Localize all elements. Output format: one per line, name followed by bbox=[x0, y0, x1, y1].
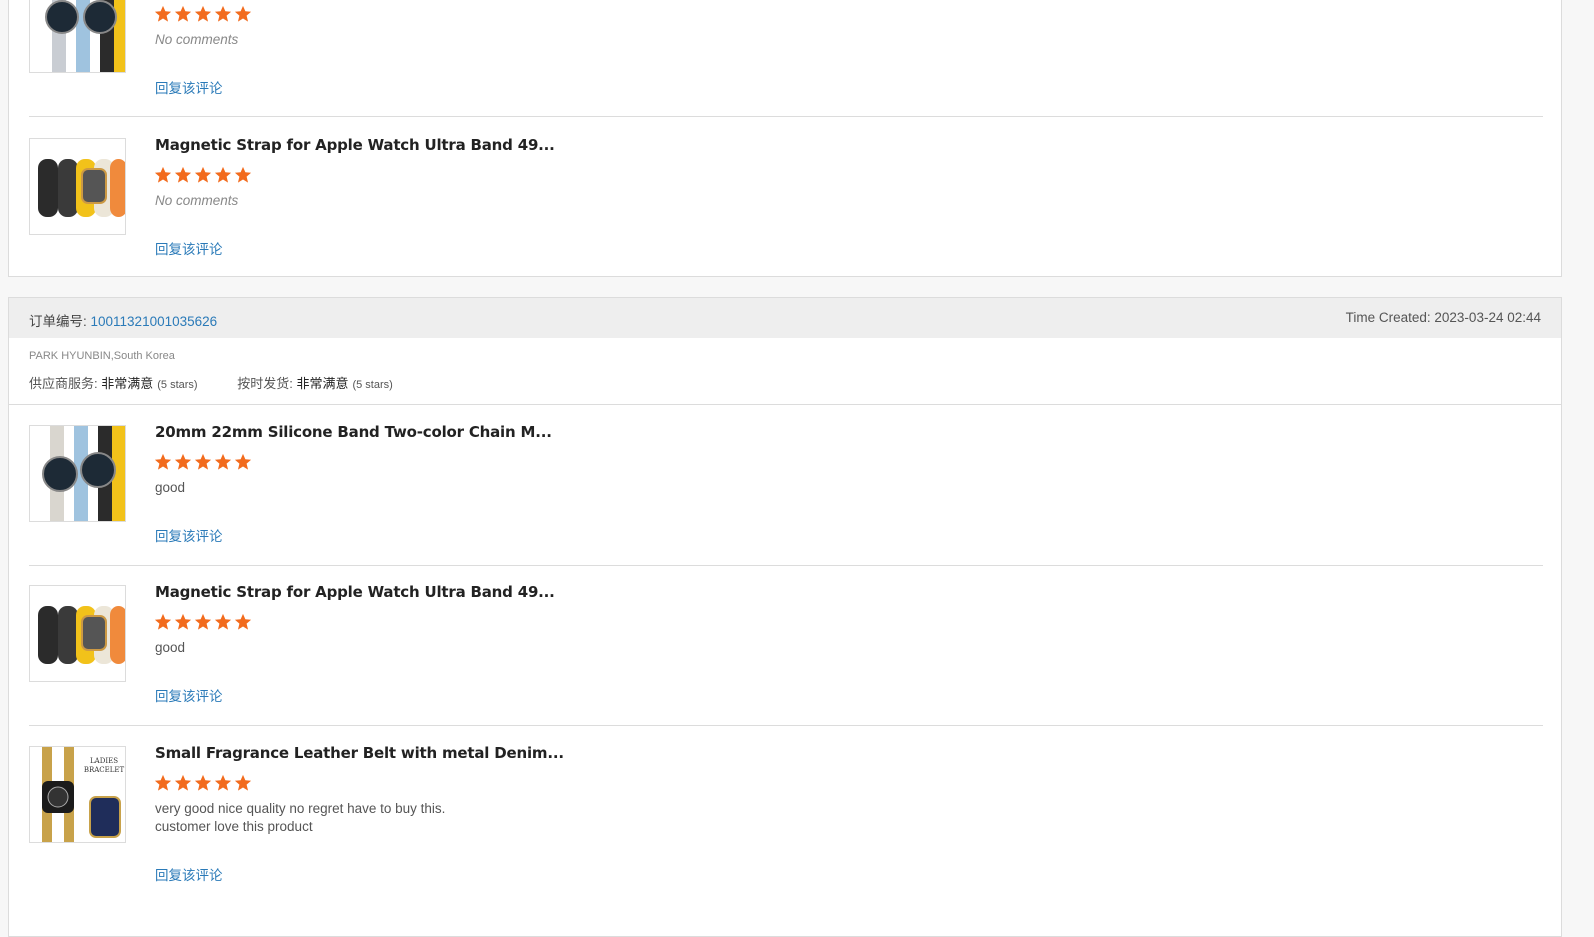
review-comment: good bbox=[155, 480, 186, 495]
order-number-link[interactable]: 10011321001035626 bbox=[91, 314, 218, 329]
review-item: Magnetic Strap for Apple Watch Ultra Ban… bbox=[29, 136, 1543, 278]
rating-stars bbox=[154, 774, 252, 792]
star-icon bbox=[214, 166, 232, 183]
star-icon bbox=[154, 453, 172, 470]
rating-stars bbox=[154, 613, 252, 631]
supplier-service-stars: (5 stars) bbox=[157, 379, 198, 391]
rating-stars bbox=[154, 453, 252, 471]
product-thumbnail[interactable] bbox=[29, 425, 126, 522]
supplier-service-label: 供应商服务: bbox=[29, 376, 102, 391]
reply-link[interactable]: 回复该评论 bbox=[155, 864, 223, 884]
reply-link[interactable]: 回复该评论 bbox=[155, 77, 223, 97]
star-icon bbox=[174, 774, 192, 791]
review-comment: good bbox=[155, 640, 186, 655]
reply-link[interactable]: 回复该评论 bbox=[155, 525, 223, 545]
svg-text:BRACELET: BRACELET bbox=[84, 766, 125, 774]
reply-link[interactable]: 回复该评论 bbox=[155, 238, 223, 258]
star-icon bbox=[194, 774, 212, 791]
star-icon bbox=[214, 453, 232, 470]
star-icon bbox=[234, 166, 252, 183]
time-created: Time Created: 2023-03-24 02:44 bbox=[1345, 310, 1541, 325]
review-item: LADIES BRACELET Small Fragrance Leather … bbox=[29, 744, 1543, 906]
star-icon bbox=[194, 166, 212, 183]
product-title[interactable]: 20mm 22mm Silicone Band Two-color Chain … bbox=[155, 423, 552, 441]
star-icon bbox=[234, 453, 252, 470]
order-review-block: 订单编号: 10011321001035626 Time Created: 20… bbox=[8, 297, 1562, 937]
product-title[interactable]: Magnetic Strap for Apple Watch Ultra Ban… bbox=[155, 136, 555, 154]
order-number-row: 订单编号: 10011321001035626 bbox=[29, 310, 217, 330]
star-icon bbox=[154, 5, 172, 22]
review-item: No comments 回复该评论 bbox=[29, 0, 1543, 117]
review-item: Magnetic Strap for Apple Watch Ultra Ban… bbox=[29, 583, 1543, 726]
review-comment: very good nice quality no regret have to… bbox=[155, 800, 445, 836]
star-icon bbox=[154, 166, 172, 183]
product-thumbnail[interactable] bbox=[29, 585, 126, 682]
star-icon bbox=[194, 453, 212, 470]
review-comment-line: customer love this product bbox=[155, 819, 313, 834]
star-icon bbox=[174, 453, 192, 470]
buyer-info: PARK HYUNBIN,South Korea bbox=[29, 350, 175, 362]
product-thumbnail[interactable] bbox=[29, 138, 126, 235]
review-comment: No comments bbox=[155, 193, 239, 208]
star-icon bbox=[214, 774, 232, 791]
supplier-service-value: 非常满意 bbox=[101, 376, 154, 391]
product-title[interactable]: Magnetic Strap for Apple Watch Ultra Ban… bbox=[155, 583, 555, 601]
on-time-delivery-value: 非常满意 bbox=[296, 376, 349, 391]
star-icon bbox=[154, 613, 172, 630]
rating-stars bbox=[154, 166, 252, 184]
star-icon bbox=[174, 5, 192, 22]
star-icon bbox=[234, 613, 252, 630]
review-comment: No comments bbox=[155, 32, 239, 47]
star-icon bbox=[174, 613, 192, 630]
on-time-delivery-stars: (5 stars) bbox=[352, 379, 393, 391]
star-icon bbox=[194, 613, 212, 630]
reply-link[interactable]: 回复该评论 bbox=[155, 685, 223, 705]
seller-ratings: 供应商服务: 非常满意 (5 stars) 按时发货: 非常满意 (5 stars) bbox=[29, 373, 393, 392]
review-item: 20mm 22mm Silicone Band Two-color Chain … bbox=[29, 423, 1543, 566]
divider bbox=[9, 404, 1561, 405]
star-icon bbox=[214, 5, 232, 22]
star-icon bbox=[194, 5, 212, 22]
star-icon bbox=[234, 774, 252, 791]
order-header: 订单编号: 10011321001035626 Time Created: 20… bbox=[9, 298, 1561, 338]
product-thumbnail[interactable] bbox=[29, 0, 126, 73]
product-title[interactable]: Small Fragrance Leather Belt with metal … bbox=[155, 744, 564, 762]
star-icon bbox=[154, 774, 172, 791]
review-block-previous: No comments 回复该评论 Magnetic Strap for App… bbox=[8, 0, 1562, 277]
svg-text:LADIES: LADIES bbox=[90, 757, 118, 765]
on-time-delivery-label: 按时发货: bbox=[237, 376, 297, 391]
review-comment-line: very good nice quality no regret have to… bbox=[155, 801, 446, 816]
rating-stars bbox=[154, 5, 252, 23]
star-icon bbox=[214, 613, 232, 630]
star-icon bbox=[234, 5, 252, 22]
order-number-label: 订单编号: bbox=[29, 314, 91, 329]
product-thumbnail[interactable]: LADIES BRACELET bbox=[29, 746, 126, 843]
star-icon bbox=[174, 166, 192, 183]
